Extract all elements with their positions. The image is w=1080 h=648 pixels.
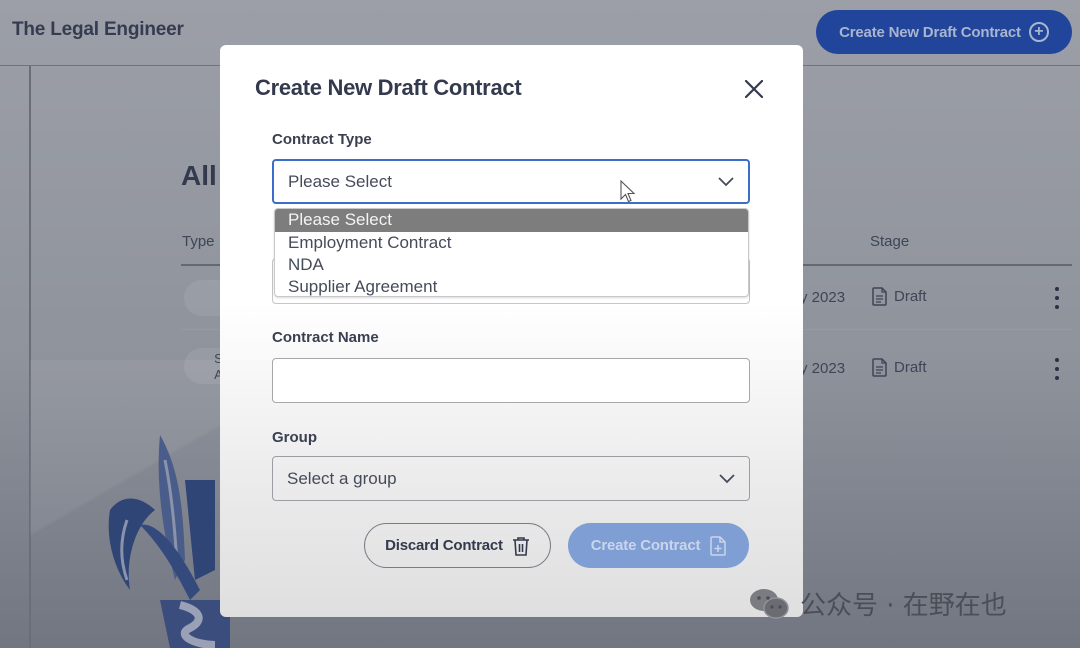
column-header-type[interactable]: Type [182, 233, 215, 250]
group-select[interactable]: Select a group [272, 456, 750, 501]
plus-circle-icon: + [1028, 22, 1049, 42]
row-date: y 2023 [800, 289, 846, 306]
row-date: y 2023 [800, 360, 846, 377]
mouse-cursor-icon [620, 180, 636, 203]
brand-title: The Legal Engineer [12, 19, 184, 40]
contract-type-value: Please Select [288, 171, 392, 191]
chevron-down-icon [719, 473, 735, 483]
file-add-icon [710, 535, 727, 556]
group-label: Group [272, 429, 317, 446]
create-new-draft-contract-label: Create New Draft Contract [839, 23, 1021, 41]
close-button[interactable] [742, 77, 766, 101]
create-contract-button[interactable]: Create Contract [568, 523, 749, 568]
trash-icon [512, 536, 529, 556]
dropdown-option[interactable]: Please Select [275, 209, 748, 232]
discard-contract-label: Discard Contract [385, 537, 503, 554]
document-icon [872, 287, 887, 306]
document-icon [872, 358, 887, 377]
row-menu-icon[interactable] [1050, 358, 1064, 380]
contract-type-label: Contract Type [272, 131, 372, 148]
column-header-stage[interactable]: Stage [870, 233, 909, 250]
contract-name-label: Contract Name [272, 329, 379, 346]
dropdown-option[interactable]: NDA [275, 254, 748, 276]
watermark: 公众号 · 在野在也 [748, 585, 1007, 622]
row-stage: Draft [872, 358, 927, 377]
stage-label: Draft [894, 288, 927, 305]
contract-type-select[interactable]: Please Select [272, 159, 750, 204]
create-contract-label: Create Contract [590, 537, 701, 554]
group-value: Select a group [287, 468, 397, 488]
row-menu-icon[interactable] [1050, 287, 1064, 309]
brand-logo-icon [108, 435, 230, 648]
page-heading: All [181, 160, 217, 191]
dropdown-option[interactable]: Supplier Agreement [275, 276, 748, 296]
create-new-draft-contract-button[interactable]: Create New Draft Contract + [816, 10, 1072, 54]
stage-label: Draft [894, 359, 927, 376]
create-contract-modal: Create New Draft Contract Contract Type … [220, 45, 803, 617]
modal-title: Create New Draft Contract [255, 75, 522, 100]
row-stage: Draft [872, 287, 927, 306]
wechat-icon [750, 588, 789, 619]
chevron-down-icon [718, 176, 734, 186]
discard-contract-button[interactable]: Discard Contract [364, 523, 551, 568]
dropdown-option[interactable]: Employment Contract [275, 232, 748, 254]
contract-name-input[interactable] [272, 358, 750, 403]
close-icon [744, 79, 764, 99]
contract-type-dropdown: Please Select Employment Contract NDA Su… [274, 208, 749, 297]
watermark-text: 公众号 · 在野在也 [800, 591, 1007, 621]
